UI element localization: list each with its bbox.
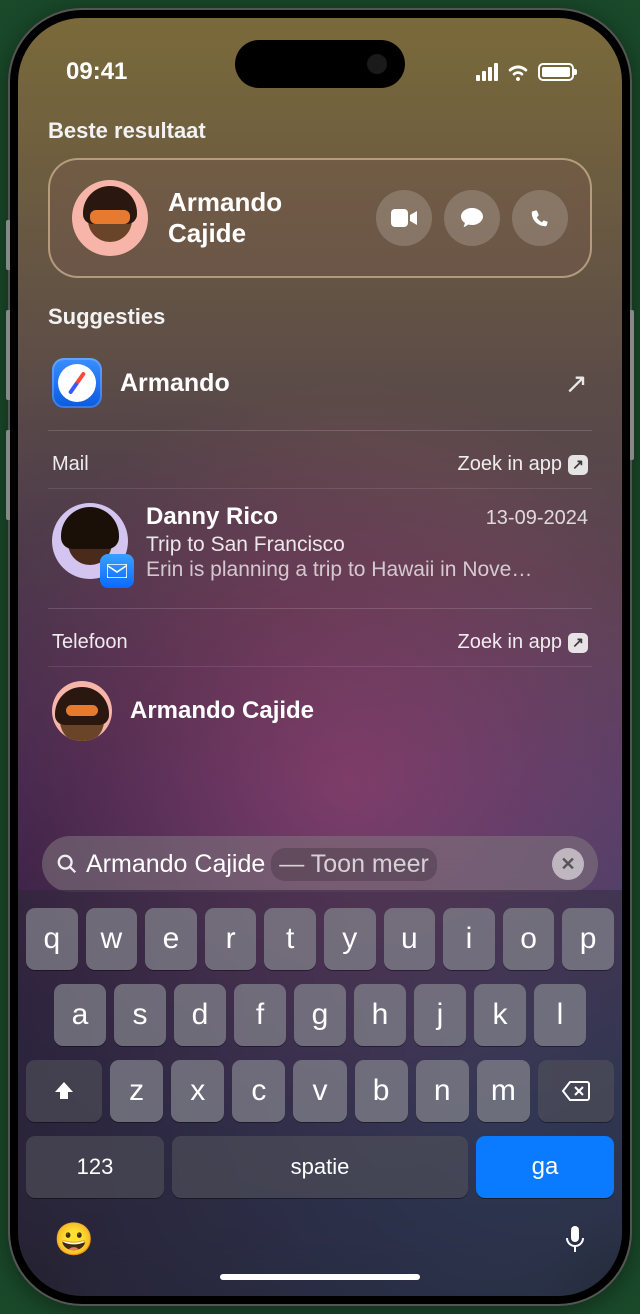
key-u[interactable]: u xyxy=(384,908,436,970)
search-in-app-mail[interactable]: Zoek in app ↗ xyxy=(457,453,588,476)
shift-key[interactable] xyxy=(26,1060,102,1122)
mail-app-badge-icon xyxy=(100,554,134,588)
mail-sender: Danny Rico xyxy=(146,503,278,531)
phone-section-header: Telefoon Zoek in app ↗ xyxy=(48,608,592,666)
phone-contact-name: Armando Cajide xyxy=(130,697,588,725)
keyboard-row-3: zxcvbnm xyxy=(26,1060,614,1122)
key-z[interactable]: z xyxy=(110,1060,163,1122)
open-app-icon: ↗ xyxy=(568,455,588,475)
key-o[interactable]: o xyxy=(503,908,555,970)
key-e[interactable]: e xyxy=(145,908,197,970)
dictation-key[interactable] xyxy=(564,1224,586,1254)
key-c[interactable]: c xyxy=(232,1060,285,1122)
key-n[interactable]: n xyxy=(416,1060,469,1122)
signal-icon xyxy=(476,63,498,81)
key-x[interactable]: x xyxy=(171,1060,224,1122)
show-more-hint: — Toon meer xyxy=(271,848,437,881)
dynamic-island xyxy=(235,40,405,88)
key-g[interactable]: g xyxy=(294,984,346,1046)
search-icon xyxy=(56,853,78,875)
key-h[interactable]: h xyxy=(354,984,406,1046)
numbers-key[interactable]: 123 xyxy=(26,1136,164,1198)
message-button[interactable] xyxy=(444,190,500,246)
emoji-key[interactable]: 😀 xyxy=(54,1220,94,1258)
phone-frame: 09:41 Beste resultaat Armando Cajide xyxy=(10,10,630,1304)
key-b[interactable]: b xyxy=(355,1060,408,1122)
keyboard: qwertyuiop asdfghjkl zxcvbnm 123 spatie … xyxy=(18,890,622,1296)
wifi-icon xyxy=(506,63,530,81)
key-m[interactable]: m xyxy=(477,1060,530,1122)
screen: 09:41 Beste resultaat Armando Cajide xyxy=(18,18,622,1296)
battery-icon xyxy=(538,63,574,81)
search-in-app-phone[interactable]: Zoek in app ↗ xyxy=(457,631,588,654)
go-key[interactable]: ga xyxy=(476,1136,614,1198)
clear-search-button[interactable]: ✕ xyxy=(552,848,584,880)
mail-preview: Erin is planning a trip to Hawaii in Nov… xyxy=(146,558,588,582)
key-l[interactable]: l xyxy=(534,984,586,1046)
key-s[interactable]: s xyxy=(114,984,166,1046)
key-k[interactable]: k xyxy=(474,984,526,1046)
contact-avatar xyxy=(72,180,148,256)
mail-result-row[interactable]: Danny Rico 13-09-2024 Trip to San Franci… xyxy=(48,488,592,600)
call-button[interactable] xyxy=(512,190,568,246)
backspace-key[interactable] xyxy=(538,1060,614,1122)
suggestions-header: Suggesties xyxy=(48,304,592,330)
space-key[interactable]: spatie xyxy=(172,1136,468,1198)
key-t[interactable]: t xyxy=(264,908,316,970)
key-w[interactable]: w xyxy=(86,908,138,970)
phone-section-title: Telefoon xyxy=(52,631,128,654)
key-q[interactable]: q xyxy=(26,908,78,970)
suggestion-safari[interactable]: Armando ↗ xyxy=(48,344,592,422)
facetime-button[interactable] xyxy=(376,190,432,246)
mail-subject: Trip to San Francisco xyxy=(146,533,588,557)
contact-name: Armando Cajide xyxy=(168,187,376,249)
key-y[interactable]: y xyxy=(324,908,376,970)
suggestion-label: Armando xyxy=(120,369,565,398)
best-result-card[interactable]: Armando Cajide xyxy=(48,158,592,278)
search-query-text: Armando Cajide xyxy=(86,850,265,879)
mail-section-header: Mail Zoek in app ↗ xyxy=(48,430,592,488)
keyboard-row-2: asdfghjkl xyxy=(26,984,614,1046)
mail-section-title: Mail xyxy=(52,453,89,476)
keyboard-row-4: 123 spatie ga xyxy=(26,1136,614,1198)
mail-date: 13-09-2024 xyxy=(486,507,588,530)
safari-icon xyxy=(52,358,102,408)
open-app-icon: ↗ xyxy=(568,633,588,653)
key-r[interactable]: r xyxy=(205,908,257,970)
key-p[interactable]: p xyxy=(562,908,614,970)
key-f[interactable]: f xyxy=(234,984,286,1046)
keyboard-row-1: qwertyuiop xyxy=(26,908,614,970)
status-time: 09:41 xyxy=(66,58,127,86)
best-result-header: Beste resultaat xyxy=(48,118,592,144)
phone-result-row[interactable]: Armando Cajide xyxy=(48,666,592,741)
key-j[interactable]: j xyxy=(414,984,466,1046)
key-d[interactable]: d xyxy=(174,984,226,1046)
key-a[interactable]: a xyxy=(54,984,106,1046)
search-input[interactable]: Armando Cajide — Toon meer ✕ xyxy=(42,836,598,892)
open-arrow-icon: ↗ xyxy=(565,367,588,400)
key-i[interactable]: i xyxy=(443,908,495,970)
home-indicator[interactable] xyxy=(220,1274,420,1280)
contact-avatar xyxy=(52,681,112,741)
key-v[interactable]: v xyxy=(293,1060,346,1122)
